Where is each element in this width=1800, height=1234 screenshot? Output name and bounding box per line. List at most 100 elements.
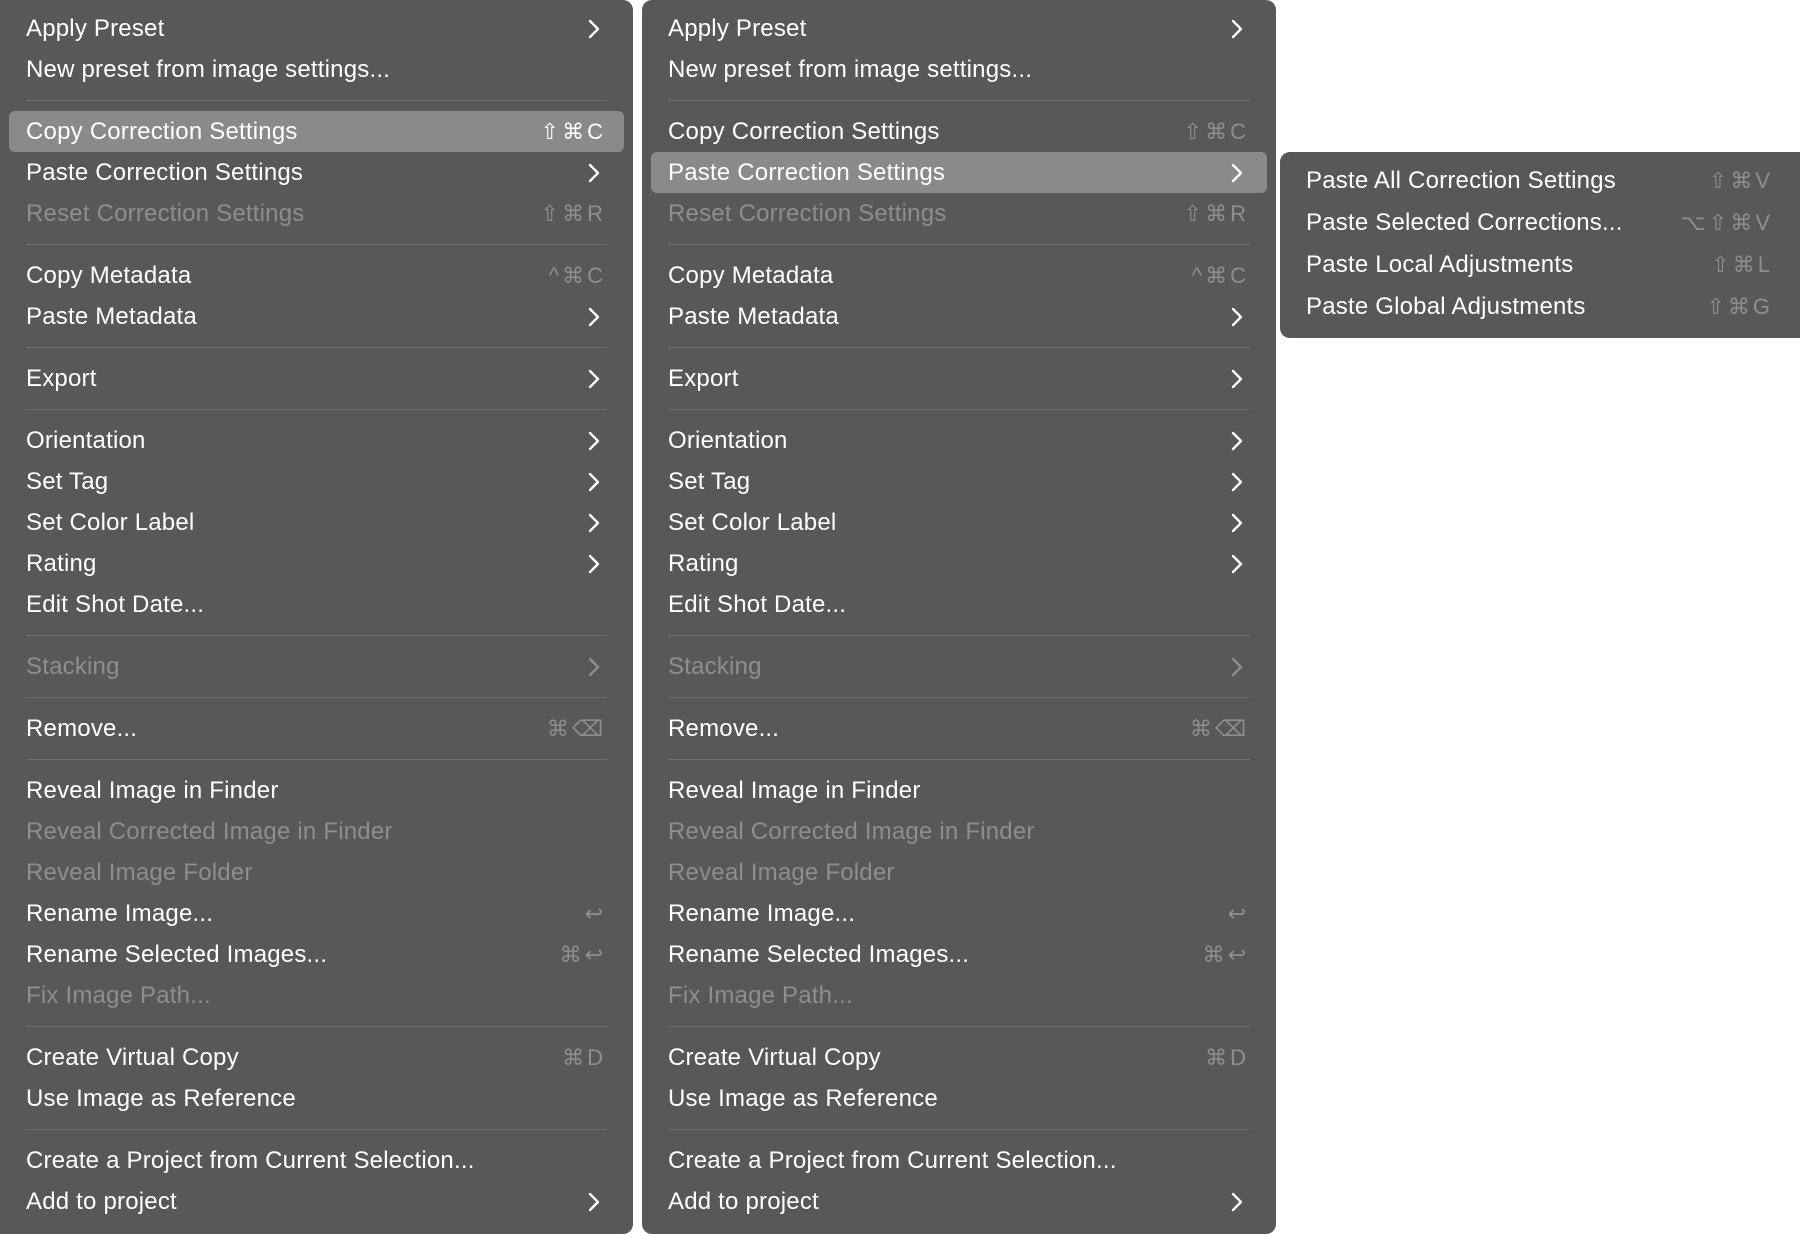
- right-menu-item-set-tag[interactable]: Set Tag: [651, 461, 1267, 502]
- menu-separator: [651, 1119, 1267, 1140]
- menu-separator: [9, 399, 624, 420]
- menu-separator: [9, 1016, 624, 1037]
- left-menu-item-set-tag[interactable]: Set Tag: [9, 461, 624, 502]
- left-menu-item-copy-correction-settings[interactable]: Copy Correction Settings ⇧⌘C: [9, 111, 624, 152]
- menu-separator: [9, 1119, 624, 1140]
- left-menu-item-export[interactable]: Export: [9, 358, 624, 399]
- right-menu-item-export[interactable]: Export: [651, 358, 1267, 399]
- left-menu-item-reveal-image-folder: Reveal Image Folder: [9, 852, 624, 893]
- chevron-right-icon: [582, 305, 606, 329]
- menu-item-label: Reveal Corrected Image in Finder: [26, 817, 393, 845]
- left-menu-item-new-preset-from-image-settings[interactable]: New preset from image settings...: [9, 49, 624, 90]
- menu-item-label: Reset Correction Settings: [668, 199, 947, 227]
- keyboard-shortcut: ⇧⌘C: [540, 118, 606, 144]
- right-menu-item-use-image-as-reference[interactable]: Use Image as Reference: [651, 1078, 1267, 1119]
- menu-item-label: Rename Image...: [668, 899, 856, 927]
- menu-item-label: Remove...: [668, 714, 780, 742]
- right-menu-item-add-to-project[interactable]: Add to project: [651, 1181, 1267, 1222]
- right-menu-item-orientation[interactable]: Orientation: [651, 420, 1267, 461]
- right-menu-item-paste-correction-settings[interactable]: Paste Correction Settings: [651, 152, 1267, 193]
- left-menu-item-orientation[interactable]: Orientation: [9, 420, 624, 461]
- right-menu-item-fix-image-path: Fix Image Path...: [651, 975, 1267, 1016]
- submenu-item-paste-global-adjustments[interactable]: Paste Global Adjustments ⇧⌘G: [1289, 286, 1791, 328]
- submenu-item-paste-all-correction-settings[interactable]: Paste All Correction Settings ⇧⌘V: [1289, 160, 1791, 202]
- submenu-item-paste-selected-corrections[interactable]: Paste Selected Corrections... ⌥⇧⌘V: [1289, 202, 1791, 244]
- right-menu-item-create-virtual-copy[interactable]: Create Virtual Copy ⌘D: [651, 1037, 1267, 1078]
- menu-item-label: Use Image as Reference: [26, 1084, 296, 1112]
- right-menu-item-remove[interactable]: Remove... ⌘⌫: [651, 708, 1267, 749]
- menu-item-label: Orientation: [668, 426, 788, 454]
- menu-item-label: Paste All Correction Settings: [1306, 167, 1616, 194]
- left-menu-item-add-to-project[interactable]: Add to project: [9, 1181, 624, 1222]
- left-menu-item-create-virtual-copy[interactable]: Create Virtual Copy ⌘D: [9, 1037, 624, 1078]
- menu-separator: [651, 749, 1267, 770]
- keyboard-shortcut: ⌘⌫: [1189, 715, 1249, 741]
- left-menu-item-fix-image-path: Fix Image Path...: [9, 975, 624, 1016]
- menu-separator: [651, 337, 1267, 358]
- left-menu-item-use-image-as-reference[interactable]: Use Image as Reference: [9, 1078, 624, 1119]
- menu-item-label: Fix Image Path...: [668, 981, 853, 1009]
- left-menu-item-remove[interactable]: Remove... ⌘⌫: [9, 708, 624, 749]
- keyboard-shortcut: ⇧⌘G: [1706, 294, 1773, 319]
- menu-item-label: Create Virtual Copy: [668, 1043, 881, 1071]
- submenu-item-paste-local-adjustments[interactable]: Paste Local Adjustments ⇧⌘L: [1289, 244, 1791, 286]
- right-menu-item-create-a-project-from-current-selection[interactable]: Create a Project from Current Selection.…: [651, 1140, 1267, 1181]
- keyboard-shortcut: ⇧⌘L: [1711, 252, 1773, 277]
- context-menu-right: Apply Preset New preset from image settin…: [642, 0, 1276, 1234]
- left-menu-item-reveal-image-in-finder[interactable]: Reveal Image in Finder: [9, 770, 624, 811]
- right-menu-item-rename-selected-images[interactable]: Rename Selected Images... ⌘↩: [651, 934, 1267, 975]
- left-menu-item-rename-selected-images[interactable]: Rename Selected Images... ⌘↩: [9, 934, 624, 975]
- right-menu-item-apply-preset[interactable]: Apply Preset: [651, 8, 1267, 49]
- chevron-right-icon: [582, 552, 606, 576]
- menu-item-label: Export: [26, 364, 97, 392]
- menu-separator: [9, 337, 624, 358]
- menu-item-label: Paste Metadata: [668, 302, 839, 330]
- menu-item-label: Reveal Image Folder: [26, 858, 253, 886]
- menu-item-label: Reset Correction Settings: [26, 199, 305, 227]
- menu-item-label: Reveal Image Folder: [668, 858, 895, 886]
- right-menu-item-set-color-label[interactable]: Set Color Label: [651, 502, 1267, 543]
- right-menu-item-copy-correction-settings[interactable]: Copy Correction Settings ⇧⌘C: [651, 111, 1267, 152]
- menu-item-label: Paste Correction Settings: [668, 158, 946, 186]
- right-menu-item-rename-image[interactable]: Rename Image... ↩: [651, 893, 1267, 934]
- menu-item-label: Create a Project from Current Selection.…: [26, 1146, 475, 1174]
- menu-item-label: Stacking: [26, 652, 120, 680]
- left-menu-item-create-a-project-from-current-selection[interactable]: Create a Project from Current Selection.…: [9, 1140, 624, 1181]
- right-menu-item-reveal-image-in-finder[interactable]: Reveal Image in Finder: [651, 770, 1267, 811]
- menu-item-label: Paste Metadata: [26, 302, 197, 330]
- left-menu-item-paste-correction-settings[interactable]: Paste Correction Settings: [9, 152, 624, 193]
- left-menu-item-copy-metadata[interactable]: Copy Metadata ^⌘C: [9, 255, 624, 296]
- keyboard-shortcut: ⌘D: [1205, 1044, 1249, 1070]
- chevron-right-icon: [582, 429, 606, 453]
- chevron-right-icon: [1225, 17, 1249, 41]
- right-menu-item-edit-shot-date[interactable]: Edit Shot Date...: [651, 584, 1267, 625]
- left-menu-item-stacking: Stacking: [9, 646, 624, 687]
- keyboard-shortcut: ^⌘C: [1191, 262, 1249, 288]
- keyboard-shortcut: ⌘D: [562, 1044, 606, 1070]
- left-menu-item-apply-preset[interactable]: Apply Preset: [9, 8, 624, 49]
- right-menu-item-reveal-image-folder: Reveal Image Folder: [651, 852, 1267, 893]
- chevron-right-icon: [582, 511, 606, 535]
- left-menu-item-set-color-label[interactable]: Set Color Label: [9, 502, 624, 543]
- right-menu-item-rating[interactable]: Rating: [651, 543, 1267, 584]
- menu-item-label: Reveal Image in Finder: [668, 776, 921, 804]
- left-menu-item-paste-metadata[interactable]: Paste Metadata: [9, 296, 624, 337]
- menu-item-label: Edit Shot Date...: [26, 590, 205, 618]
- right-menu-item-reveal-corrected-image-in-finder: Reveal Corrected Image in Finder: [651, 811, 1267, 852]
- menu-item-label: Rating: [26, 549, 97, 577]
- left-menu-item-edit-shot-date[interactable]: Edit Shot Date...: [9, 584, 624, 625]
- chevron-right-icon: [1225, 161, 1249, 185]
- left-menu-item-rating[interactable]: Rating: [9, 543, 624, 584]
- right-menu-item-paste-metadata[interactable]: Paste Metadata: [651, 296, 1267, 337]
- left-menu-item-rename-image[interactable]: Rename Image... ↩: [9, 893, 624, 934]
- menu-item-label: Edit Shot Date...: [668, 590, 847, 618]
- right-menu-item-stacking: Stacking: [651, 646, 1267, 687]
- chevron-right-icon: [1225, 552, 1249, 576]
- menu-separator: [9, 90, 624, 111]
- right-menu-item-new-preset-from-image-settings[interactable]: New preset from image settings...: [651, 49, 1267, 90]
- chevron-right-icon: [1225, 367, 1249, 391]
- right-menu-item-copy-metadata[interactable]: Copy Metadata ^⌘C: [651, 255, 1267, 296]
- keyboard-shortcut: ⌘↩: [559, 941, 606, 967]
- keyboard-shortcut: ⌘⌫: [546, 715, 606, 741]
- paste-correction-submenu: Paste All Correction Settings ⇧⌘V Paste Se…: [1280, 152, 1800, 338]
